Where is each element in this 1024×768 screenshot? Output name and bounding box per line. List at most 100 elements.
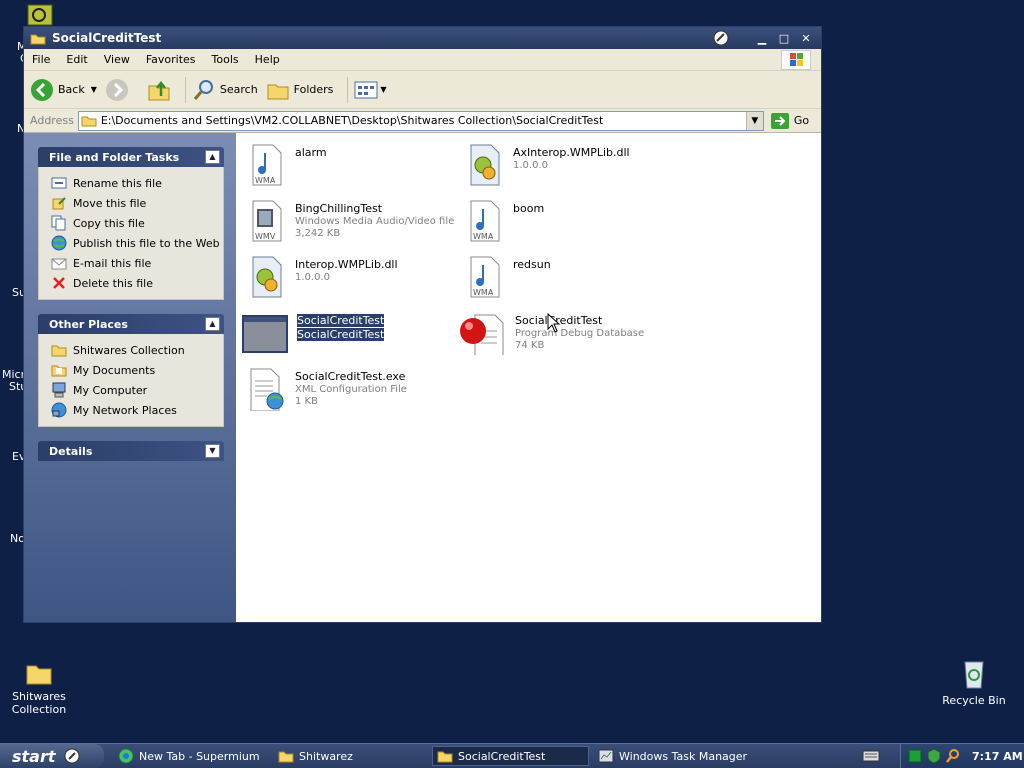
task-email[interactable]: E-mail this file [51,253,223,273]
back-dropdown-icon[interactable]: ▼ [91,85,97,94]
go-arrow-icon [770,112,789,129]
expand-button[interactable]: ▼ [205,444,220,458]
taskbar-item-shitwarez[interactable]: Shitwarez [274,746,424,766]
desktop-icon-shitwares-collection[interactable]: Shitwares Collection [6,660,72,716]
place-my-network-places[interactable]: My Network Places [51,400,223,420]
start-label: start [12,746,56,766]
menu-file[interactable]: File [24,53,58,66]
panel-header[interactable]: File and Folder Tasks ▲ [38,147,224,167]
menu-edit[interactable]: Edit [58,53,95,66]
file-item[interactable]: WMA alarm [247,143,327,187]
search-tray-icon[interactable] [945,748,961,764]
start-button[interactable]: start [0,744,104,768]
file-item[interactable]: AxInterop.WMPLib.dll 1.0.0.0 [465,143,630,187]
file-item-selected[interactable]: SocialCreditTest SocialCreditTest [241,311,385,355]
task-label: Move this file [73,196,147,210]
file-version: 1.0.0.0 [295,272,330,283]
taskbar-item-label: New Tab - Supermium [139,749,260,763]
menu-bar: File Edit View Favorites Tools Help [24,49,821,71]
pdb-icon [460,314,504,355]
file-name: SocialCreditTest.exe [295,370,406,383]
collapse-button[interactable]: ▲ [205,150,220,164]
task-pane: File and Folder Tasks ▲ Rename this file… [24,133,236,622]
taskbar: start New Tab - Supermium Shitwarez Soci… [0,743,1024,768]
folder-icon [278,751,294,763]
close-button[interactable]: ✕ [798,31,814,46]
taskbar-item-task-manager[interactable]: Windows Task Manager [594,746,762,766]
panel-header[interactable]: Other Places ▲ [38,314,224,334]
address-label: Address [30,114,74,127]
start-help-icon [64,748,80,764]
taskbar-item-label: SocialCreditTest [458,749,546,763]
file-item[interactable]: WMV BingChillingTest Windows Media Audio/… [247,199,454,243]
desktop-icon-recycle-bin[interactable]: Recycle Bin [940,656,1008,707]
go-label: Go [793,114,810,127]
go-button[interactable]: Go [770,112,809,130]
window-titlebar[interactable]: SocialCreditTest ▁ □ ✕ [24,27,821,49]
task-rename[interactable]: Rename this file [51,173,223,193]
address-value: E:\Documents and Settings\VM2.COLLABNET\… [100,114,604,127]
forward-button[interactable] [105,78,129,102]
place-my-computer[interactable]: My Computer [51,380,223,400]
chevron-up-icon: ▲ [209,152,216,161]
menu-tools[interactable]: Tools [204,53,247,66]
views-button[interactable]: ▼ [354,80,387,100]
toolbar-separator [184,76,186,103]
collapse-button[interactable]: ▲ [205,317,220,331]
address-bar: Address E:\Documents and Settings\VM2.CO… [24,109,821,133]
clock[interactable]: 7:17 AM [972,750,1023,763]
shield-icon[interactable] [926,748,942,764]
place-label: My Documents [73,363,156,377]
file-name: AxInterop.WMPLib.dll [513,146,630,159]
task-label: Publish this file to the Web [73,236,220,250]
file-name: alarm [295,146,327,159]
keyboard-icon[interactable] [862,748,880,764]
file-size: 74 KB [515,340,545,351]
desktop-icon-label: Recycle Bin [942,694,1006,707]
task-manager-icon [598,749,614,763]
panel-header[interactable]: Details ▼ [38,441,224,461]
file-item[interactable]: WMA boom [465,199,544,243]
maximize-button[interactable]: □ [776,31,792,46]
taskbar-item-socialcredittest[interactable]: SocialCreditTest [432,746,589,766]
minimize-button[interactable]: ▁ [754,31,770,46]
task-copy[interactable]: Copy this file [51,213,223,233]
file-item[interactable]: WMA redsun [465,255,551,299]
up-folder-button[interactable] [147,78,171,102]
my-computer-icon [52,382,66,398]
file-view: WMA alarm AxInterop.WMPLib.dll 1.0.0.0 WM… [237,133,821,622]
wma-icon: WMA [470,256,500,298]
address-input[interactable]: E:\Documents and Settings\VM2.COLLABNET\… [77,110,764,131]
menu-help[interactable]: Help [247,53,288,66]
green-status-icon[interactable] [907,748,923,764]
explorer-window: SocialCreditTest ▁ □ ✕ File Edit View Fa… [23,26,822,623]
exe-icon [242,315,288,353]
folders-button[interactable]: Folders [266,79,333,101]
file-item[interactable]: Interop.WMPLib.dll 1.0.0.0 [247,255,398,299]
forward-arrow-icon [105,78,128,101]
place-shitwares-collection[interactable]: Shitwares Collection [51,340,223,360]
search-button[interactable]: Search [192,78,258,102]
taskbar-item-supermium[interactable]: New Tab - Supermium [114,746,266,766]
place-label: Shitwares Collection [73,343,185,357]
task-delete[interactable]: Delete this file [51,273,223,293]
email-icon [51,258,67,270]
details-panel: Details ▼ [38,441,224,461]
help-globe-icon[interactable] [712,29,730,47]
toolbar-separator [347,76,349,103]
menu-favorites[interactable]: Favorites [138,53,204,66]
wma-icon: WMA [252,144,282,186]
back-button[interactable]: Back ▼ [30,78,97,102]
file-item[interactable]: SocialCreditTest.exe XML Configuration Fi… [247,367,407,411]
place-my-documents[interactable]: My Documents [51,360,223,380]
address-dropdown-button[interactable]: ▼ [745,111,763,130]
desktop-app-icon[interactable] [27,4,53,26]
svg-text:WMA: WMA [473,232,494,241]
task-publish[interactable]: Publish this file to the Web [51,233,223,253]
menu-view[interactable]: View [96,53,138,66]
file-type: XML Configuration File [295,384,407,395]
file-version: 1.0.0.0 [513,160,548,171]
close-icon: ✕ [801,32,811,45]
desktop-icon-label: Shitwares Collection [11,690,67,716]
task-move[interactable]: Move this file [51,193,223,213]
